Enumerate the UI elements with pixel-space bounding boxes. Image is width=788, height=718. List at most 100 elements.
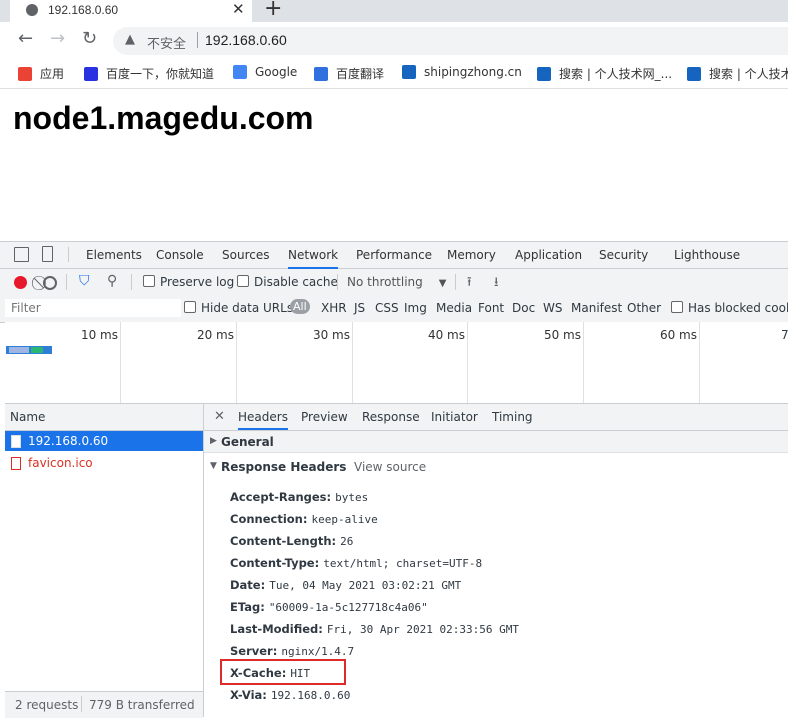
bookmark-baidu-translate[interactable]: 百度翻译 bbox=[314, 65, 384, 82]
type-filter-ws[interactable]: WS bbox=[543, 301, 562, 315]
timeline-tick: 30 ms bbox=[312, 328, 350, 342]
tab-network[interactable]: Network bbox=[288, 248, 339, 269]
timeline-tick: 20 ms bbox=[196, 328, 234, 342]
type-filter-css[interactable]: CSS bbox=[375, 301, 399, 315]
tab-lighthouse[interactable]: Lighthouse bbox=[674, 248, 740, 262]
name-header-label: Name bbox=[10, 410, 46, 424]
header-key: Content-Length: bbox=[230, 534, 337, 548]
url-text[interactable]: 192.168.0.60 bbox=[205, 32, 287, 48]
search-icon[interactable]: ⚲ bbox=[107, 273, 117, 289]
timeline-gridline bbox=[583, 322, 584, 403]
general-section-header[interactable]: ▶ General bbox=[204, 431, 788, 453]
bookmark-shipingzhong[interactable]: shipingzhong.cn bbox=[402, 65, 522, 79]
type-filter-xhr[interactable]: XHR bbox=[321, 301, 347, 315]
request-row-selected[interactable]: 192.168.0.60 bbox=[5, 431, 203, 451]
timeline-tick: 7 bbox=[781, 328, 788, 342]
drupal-drop-icon bbox=[687, 67, 701, 81]
export-har-icon[interactable]: ⭳ bbox=[494, 273, 499, 295]
import-har-icon[interactable]: ⭱ bbox=[467, 273, 472, 295]
preserve-log-checkbox[interactable]: Preserve log bbox=[143, 275, 234, 289]
header-value: text/html; charset=UTF-8 bbox=[323, 557, 483, 570]
baidu-paw-icon bbox=[84, 67, 98, 81]
header-key: Accept-Ranges: bbox=[230, 490, 332, 504]
filter-bar: Hide data URLs All XHR JS CSS Img Media … bbox=[0, 296, 788, 323]
view-source-link[interactable]: View source bbox=[354, 460, 426, 474]
bookmark-label: 搜索 | 个人技术 bbox=[709, 67, 788, 81]
type-filter-other[interactable]: Other bbox=[627, 301, 661, 315]
type-filter-all[interactable]: All bbox=[290, 299, 310, 314]
bookmark-search-2[interactable]: 搜索 | 个人技术 bbox=[687, 65, 788, 82]
address-bar[interactable]: ▲ 不安全 192.168.0.60 bbox=[113, 27, 788, 55]
devtools-panel: Elements Console Sources Network Perform… bbox=[0, 241, 788, 718]
tab-elements[interactable]: Elements bbox=[86, 248, 142, 262]
throttling-select[interactable]: No throttling ▼ bbox=[347, 275, 446, 289]
bookmark-google[interactable]: Google bbox=[233, 65, 297, 79]
header-key: X-Via: bbox=[230, 688, 267, 702]
response-headers-section-header[interactable]: ▼ Response Headers View source bbox=[204, 456, 788, 478]
timeline-gridline bbox=[236, 322, 237, 403]
type-filter-img[interactable]: Img bbox=[404, 301, 427, 315]
tab-response[interactable]: Response bbox=[362, 410, 420, 424]
tab-performance[interactable]: Performance bbox=[356, 248, 432, 262]
record-icon[interactable] bbox=[14, 276, 27, 289]
header-value: keep-alive bbox=[311, 513, 378, 526]
device-toolbar-icon[interactable] bbox=[42, 246, 53, 262]
bookmark-apps[interactable]: 应用 bbox=[18, 65, 64, 82]
bookmark-label: 应用 bbox=[40, 67, 65, 81]
name-column-header[interactable]: Name bbox=[5, 404, 203, 431]
back-arrow-icon[interactable]: ← bbox=[18, 28, 33, 49]
filter-input[interactable] bbox=[5, 299, 181, 317]
header-key: Connection: bbox=[230, 512, 308, 526]
type-filter-js[interactable]: JS bbox=[354, 301, 365, 315]
request-waterfall-segment bbox=[9, 347, 29, 353]
bookmarks-bar: 应用 百度一下，你就知道 Google 百度翻译 shipingzhong.cn… bbox=[0, 58, 788, 89]
disable-cache-checkbox[interactable]: Disable cache bbox=[237, 275, 338, 289]
header-row: Content-Type: text/html; charset=UTF-8 bbox=[230, 556, 482, 570]
new-tab-button[interactable]: + bbox=[264, 0, 282, 21]
security-label[interactable]: 不安全 bbox=[147, 33, 186, 52]
type-filter-font[interactable]: Font bbox=[478, 301, 504, 315]
tab-console[interactable]: Console bbox=[156, 248, 204, 262]
transferred-size: 779 B transferred bbox=[89, 698, 195, 712]
warning-icon[interactable]: ▲ bbox=[125, 32, 135, 47]
close-detail-icon[interactable]: ✕ bbox=[214, 409, 225, 424]
tab-sources[interactable]: Sources bbox=[222, 248, 269, 262]
tab-memory[interactable]: Memory bbox=[447, 248, 496, 262]
request-waterfall-segment bbox=[31, 347, 43, 353]
hide-data-urls-checkbox[interactable]: Hide data URLs bbox=[184, 301, 293, 315]
google-g-icon bbox=[233, 65, 247, 79]
request-detail-panel: ✕ Headers Preview Response Initiator Tim… bbox=[204, 404, 788, 717]
page-heading: node1.magedu.com bbox=[13, 100, 314, 136]
timeline-gridline bbox=[699, 322, 700, 403]
request-row[interactable]: favicon.ico bbox=[5, 453, 203, 473]
forward-arrow-icon[interactable]: → bbox=[50, 28, 65, 49]
document-icon bbox=[11, 435, 21, 448]
tab-timing[interactable]: Timing bbox=[492, 410, 533, 424]
has-blocked-cookies-checkbox[interactable]: Has blocked cooki bbox=[671, 301, 788, 315]
chevron-down-icon: ▼ bbox=[438, 278, 447, 289]
network-overview-timeline[interactable]: 10 ms 20 ms 30 ms 40 ms 50 ms 60 ms 7 bbox=[5, 322, 788, 404]
disable-cache-label: Disable cache bbox=[254, 275, 338, 289]
tab-security[interactable]: Security bbox=[599, 248, 648, 262]
header-key: ETag: bbox=[230, 600, 265, 614]
has-blocked-cookies-label: Has blocked cooki bbox=[688, 301, 788, 315]
reload-icon[interactable]: ↻ bbox=[82, 28, 97, 49]
browser-tab[interactable]: 192.168.0.60 ✕ bbox=[10, 0, 252, 22]
bookmark-search-1[interactable]: 搜索 | 个人技术网_... bbox=[537, 65, 672, 82]
request-name: favicon.ico bbox=[28, 456, 93, 470]
filter-funnel-icon[interactable]: ⛉ bbox=[79, 273, 90, 289]
tab-preview[interactable]: Preview bbox=[301, 410, 348, 424]
type-filter-doc[interactable]: Doc bbox=[512, 301, 535, 315]
bookmark-baidu[interactable]: 百度一下，你就知道 bbox=[84, 65, 214, 82]
header-value: Fri, 30 Apr 2021 02:33:56 GMT bbox=[326, 623, 519, 636]
type-filter-manifest[interactable]: Manifest bbox=[571, 301, 622, 315]
bookmark-label: Google bbox=[255, 65, 298, 79]
inspect-element-icon[interactable] bbox=[14, 247, 29, 262]
tab-application[interactable]: Application bbox=[515, 248, 582, 262]
type-filter-media[interactable]: Media bbox=[436, 301, 472, 315]
document-icon bbox=[11, 457, 21, 470]
tab-headers[interactable]: Headers bbox=[238, 410, 288, 430]
close-tab-icon[interactable]: ✕ bbox=[232, 0, 245, 18]
tab-separator bbox=[68, 247, 69, 262]
tab-initiator[interactable]: Initiator bbox=[431, 410, 478, 424]
